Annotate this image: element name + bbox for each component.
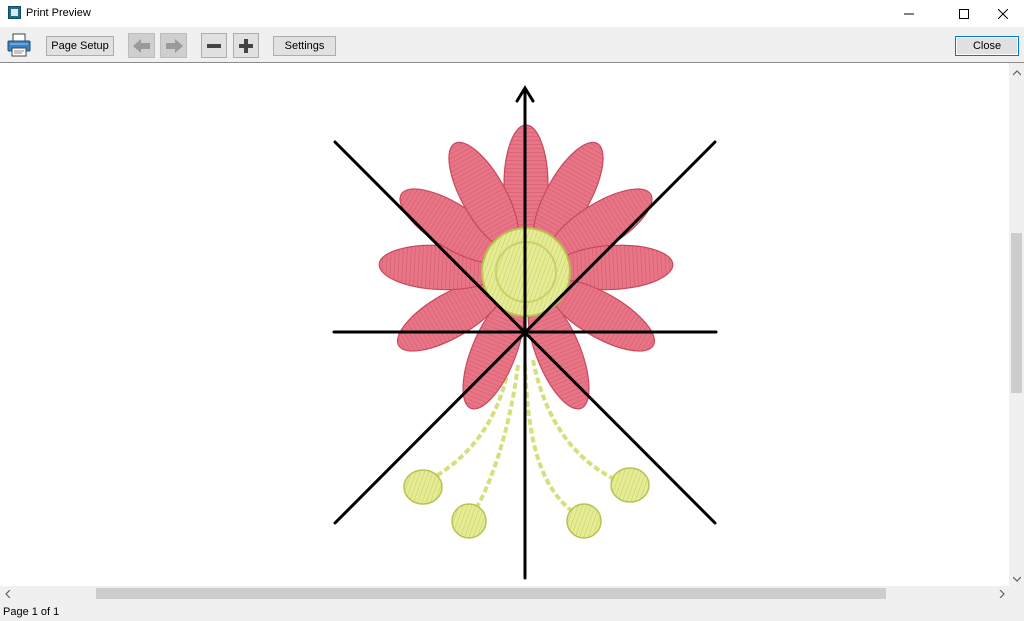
guide-lines (332, 85, 718, 580)
minus-icon (207, 43, 221, 48)
maximize-icon (959, 8, 969, 19)
app-logo-icon (8, 6, 21, 19)
vertical-scroll-thumb[interactable] (1011, 233, 1022, 393)
print-button[interactable] (6, 31, 32, 58)
embroidery-flower-design (332, 85, 718, 580)
title-bar: Print Preview (0, 0, 1024, 27)
scroll-right-button[interactable] (994, 586, 1009, 601)
next-page-button[interactable] (160, 33, 187, 58)
arrow-right-icon (165, 38, 183, 53)
scrollbar-corner (1009, 586, 1024, 601)
previous-page-button[interactable] (128, 33, 155, 58)
preview-canvas[interactable] (0, 63, 1009, 586)
toolbar: Page Setup Settings Close (0, 27, 1024, 63)
window-close-button[interactable] (980, 0, 1024, 27)
status-bar: Page 1 of 1 (0, 601, 1024, 621)
plus-icon (239, 38, 253, 53)
window-title: Print Preview (26, 7, 91, 19)
close-icon (998, 8, 1008, 19)
chevron-right-icon (999, 589, 1005, 598)
zoom-out-button[interactable] (201, 33, 227, 58)
minimize-button[interactable] (886, 0, 932, 27)
horizontal-scrollbar[interactable] (0, 586, 1009, 601)
close-button[interactable]: Close (955, 36, 1019, 56)
chevron-up-icon (1012, 69, 1021, 75)
chevron-left-icon (4, 589, 10, 598)
page-indicator: Page 1 of 1 (3, 606, 60, 618)
settings-button[interactable]: Settings (273, 36, 336, 56)
scroll-up-button[interactable] (1009, 65, 1024, 80)
chevron-down-icon (1012, 576, 1021, 582)
page-setup-button[interactable]: Page Setup (46, 36, 114, 56)
arrow-left-icon (132, 38, 150, 53)
printer-icon (7, 33, 31, 56)
zoom-in-button[interactable] (233, 33, 259, 58)
minimize-icon (904, 13, 914, 14)
vertical-scrollbar[interactable] (1009, 63, 1024, 586)
scroll-left-button[interactable] (0, 586, 15, 601)
scroll-down-button[interactable] (1009, 571, 1024, 586)
horizontal-scroll-thumb[interactable] (96, 588, 886, 599)
